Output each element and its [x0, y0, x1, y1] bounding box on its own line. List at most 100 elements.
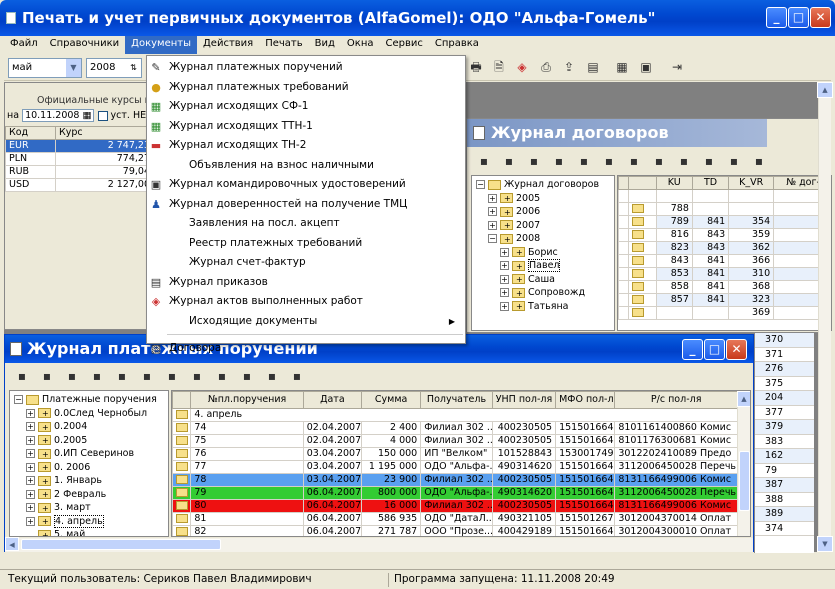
rates-date-input[interactable]: 10.11.2008 ▦ — [22, 109, 95, 122]
expand-icon[interactable]: + — [488, 207, 497, 216]
close-button[interactable]: ✕ — [810, 7, 831, 28]
menu-2[interactable]: Документы — [125, 36, 197, 54]
column-header[interactable]: №пл.поручения — [190, 391, 304, 409]
preview-icon[interactable]: ⎙ — [537, 58, 555, 76]
expand-icon[interactable]: + — [500, 261, 509, 270]
binoculars-icon[interactable]: ▪ — [675, 152, 693, 170]
print-icon[interactable]: 🖶 — [467, 58, 485, 76]
table-row[interactable]: 81 06.04.2007 586 935 ОДО "ДатаЛ... 49032110… — [172, 512, 738, 526]
rate-row[interactable]: EUR 2 747,23 — [5, 139, 154, 153]
expand-icon[interactable]: + — [26, 489, 35, 499]
documents-menu-item-14[interactable]: ▧ Договора — [147, 339, 465, 359]
refresh-icon[interactable]: ▪ — [163, 367, 181, 385]
expand-icon[interactable]: + — [26, 516, 35, 526]
documents-menu-item-12[interactable]: ◈ Журнал актов выполненных работ — [147, 292, 465, 312]
tree-node[interactable]: + +0. 2006 — [14, 461, 157, 475]
tree-node[interactable]: + + Борис — [476, 246, 599, 260]
tree-node[interactable]: +5. май — [14, 528, 157, 536]
rate-row[interactable]: PLN 774,27 — [5, 152, 154, 166]
column-header[interactable]: МФО пол-ля — [555, 391, 616, 409]
paste-icon[interactable]: ▪ — [600, 152, 618, 170]
scroll-up-icon[interactable]: ▲ — [817, 82, 833, 98]
menu-1[interactable]: Справочники — [44, 36, 126, 54]
column-header[interactable]: Получатель — [420, 391, 493, 409]
expand-icon[interactable]: + — [488, 220, 497, 230]
tree-node[interactable]: + + Павел — [476, 259, 599, 273]
table-row[interactable]: 369 — [618, 306, 831, 320]
payments-close-button[interactable]: ✕ — [726, 339, 747, 360]
rate-row[interactable]: RUB 79,04 — [5, 165, 154, 179]
paste-icon[interactable]: ▪ — [138, 367, 156, 385]
table-row[interactable]: 789 841 354 — [618, 215, 831, 229]
expand-icon[interactable]: + — [26, 422, 35, 431]
expand-icon[interactable]: + — [26, 476, 35, 485]
table-row[interactable]: 823 843 362 — [618, 241, 831, 255]
column-header[interactable]: K_VR — [728, 176, 775, 190]
filter-icon[interactable]: ▪ — [650, 152, 668, 170]
tree-node[interactable]: + +3. март — [14, 501, 157, 515]
documents-menu-item-13[interactable]: Исходящие документы ▶ — [147, 312, 465, 332]
exit-icon[interactable]: ⇥ — [668, 58, 686, 76]
documents-menu-item-7[interactable]: ♟ Журнал доверенностей на получение ТМЦ — [147, 195, 465, 215]
column-header[interactable]: Дата — [302, 391, 362, 409]
year-spinner[interactable]: 2008 ⇅ — [86, 58, 142, 78]
tree-node[interactable]: + +0.2004 — [14, 420, 157, 434]
collapse-icon[interactable]: − — [14, 395, 23, 404]
main-title-bar[interactable]: Печать и учет первичных документов (Alfa… — [0, 0, 835, 36]
scroll-down-icon[interactable]: ▼ — [817, 536, 833, 552]
settings-icon[interactable]: ▪ — [288, 367, 306, 385]
payments-grid-scrollbar[interactable]: ▲ — [737, 391, 750, 536]
column-header[interactable]: Сумма — [360, 391, 422, 409]
cut-icon[interactable]: ▪ — [575, 152, 593, 170]
payments-horizontal-scrollbar[interactable]: ◀ — [5, 537, 753, 552]
h-scroll-thumb[interactable] — [21, 539, 221, 550]
edit-icon[interactable]: ▪ — [525, 152, 543, 170]
table-row[interactable]: 80 06.04.2007 16 000 Филиал 302 ... 40023050… — [172, 499, 738, 513]
documents-menu-item-9[interactable]: Реестр платежных требований — [147, 234, 465, 254]
expand-icon[interactable]: + — [26, 449, 35, 458]
minimize-button[interactable]: _ — [766, 7, 787, 28]
copy-icon[interactable]: ▪ — [550, 152, 568, 170]
month-select[interactable]: май ▼ — [8, 58, 82, 78]
refresh-icon[interactable]: ▪ — [625, 152, 643, 170]
settings-icon[interactable]: ▪ — [750, 152, 768, 170]
documents-menu-item-3[interactable]: ▦ Журнал исходящих ТТН-1 — [147, 117, 465, 137]
scroll-up-icon[interactable]: ▲ — [737, 391, 750, 407]
maximize-button[interactable]: □ — [788, 7, 809, 28]
table-row[interactable]: 788 — [618, 202, 831, 216]
chevron-down-icon[interactable]: ▼ — [66, 59, 81, 77]
table-row[interactable]: 74 02.04.2007 2 400 Филиал 302 ... 400230505… — [172, 421, 738, 435]
rate-row[interactable]: USD 2 127,00 — [5, 178, 154, 192]
edit-icon[interactable]: ▪ — [63, 367, 81, 385]
tree-node[interactable]: + +2007 — [476, 219, 599, 233]
expand-icon[interactable]: + — [26, 462, 35, 472]
column-header[interactable]: KU — [655, 176, 693, 190]
table-row[interactable]: 857 841 323 — [618, 293, 831, 307]
tree-node[interactable]: + +1. Январь — [14, 474, 157, 488]
documents-menu-item-6[interactable]: ▣ Журнал командировочных удостоверений — [147, 175, 465, 195]
tools-icon[interactable]: ▪ — [263, 367, 281, 385]
expand-icon[interactable]: + — [488, 193, 497, 203]
collapse-icon[interactable]: − — [488, 234, 497, 243]
expand-icon[interactable]: + — [26, 408, 35, 418]
export-icon[interactable]: ⇪ — [560, 58, 578, 76]
documents-menu-item-1[interactable]: ● Журнал платежных требований — [147, 78, 465, 98]
menu-7[interactable]: Сервис — [379, 36, 428, 54]
tree-node[interactable]: + +0.ИП Северинов — [14, 447, 157, 461]
col-code[interactable]: Код — [5, 126, 56, 140]
table-row[interactable]: 77 03.04.2007 1 195 000 ОДО "Альфа-... 49031… — [172, 460, 738, 474]
expand-icon[interactable]: + — [26, 503, 35, 512]
folder-icon[interactable]: ▪ — [500, 152, 518, 170]
tree-icon[interactable]: ▪ — [238, 367, 256, 385]
table-row[interactable] — [618, 189, 831, 203]
tree-node[interactable]: + +2005 — [476, 192, 599, 206]
payments-maximize-button[interactable]: □ — [704, 339, 725, 360]
expand-icon[interactable]: + — [500, 288, 509, 297]
tree-node[interactable]: + +2006 — [476, 205, 599, 219]
report-icon[interactable]: ▤ — [584, 58, 602, 76]
table-row[interactable]: 816 843 359 — [618, 228, 831, 242]
tree-node[interactable]: + +0.2005 — [14, 434, 157, 448]
main-vertical-scrollbar[interactable]: ▲ ▼ — [817, 82, 833, 552]
folder-icon[interactable]: ▪ — [38, 367, 56, 385]
tree-icon[interactable]: ▪ — [700, 152, 718, 170]
